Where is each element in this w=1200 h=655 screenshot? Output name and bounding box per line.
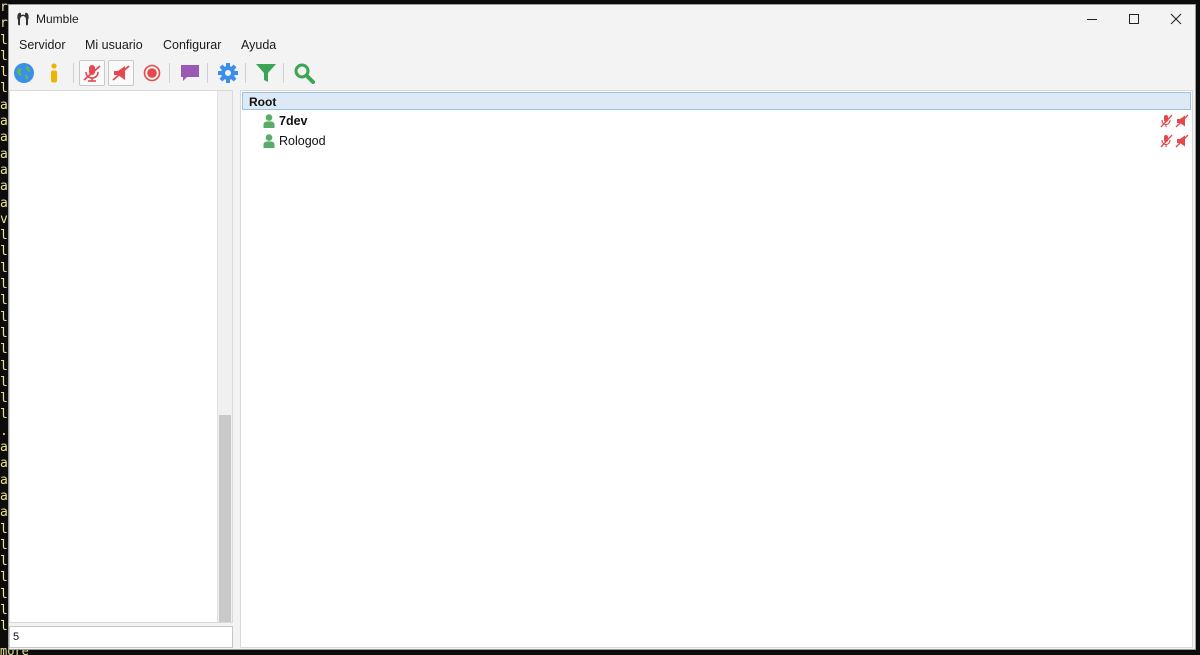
self-deafened-icon xyxy=(1175,134,1189,148)
maximize-icon xyxy=(1129,14,1139,24)
window-title: Mumble xyxy=(36,12,79,26)
maximize-button[interactable] xyxy=(1113,5,1155,33)
terminal-line: l xyxy=(0,602,8,618)
text-message-button[interactable] xyxy=(177,60,203,86)
mumble-app-icon xyxy=(17,12,29,26)
terminal-line: . xyxy=(0,423,8,439)
chat-log[interactable] xyxy=(9,90,233,623)
terminal-line: a xyxy=(0,97,8,113)
terminal-line: l xyxy=(0,570,8,586)
terminal-line: l xyxy=(0,244,8,260)
user-icon xyxy=(263,134,275,148)
filter-button[interactable] xyxy=(253,60,279,86)
terminal-line: l xyxy=(0,374,8,390)
self-deafened-icon xyxy=(1175,114,1189,128)
background-terminal-strip: rrllllaaaaaaavllllllllllll.aaaaalllllll xyxy=(0,0,8,655)
terminal-line: l xyxy=(0,619,8,635)
channel-root[interactable]: Root xyxy=(242,92,1191,110)
user-row[interactable]: 7dev xyxy=(241,111,1192,131)
terminal-line: a xyxy=(0,130,8,146)
user-name: 7dev xyxy=(279,114,308,128)
minimize-button[interactable] xyxy=(1071,5,1113,33)
record-icon xyxy=(143,64,161,82)
terminal-line: a xyxy=(0,440,8,456)
toolbar-separator xyxy=(207,63,208,83)
terminal-line: l xyxy=(0,358,8,374)
toolbar-separator xyxy=(245,63,246,83)
terminal-line: a xyxy=(0,456,8,472)
terminal-line: l xyxy=(0,391,8,407)
channel-tree[interactable]: Root 7dev Rologod xyxy=(240,90,1193,648)
deafen-self-button[interactable] xyxy=(108,60,134,86)
terminal-line: l xyxy=(0,342,8,358)
pane-splitter[interactable] xyxy=(233,90,240,648)
menu-servidor[interactable]: Servidor xyxy=(19,38,66,52)
terminal-line: l xyxy=(0,81,8,97)
user-name: Rologod xyxy=(279,134,326,148)
user-icon xyxy=(263,114,275,128)
gear-icon xyxy=(218,63,238,83)
user-status-flags xyxy=(1160,134,1189,148)
terminal-line: l xyxy=(0,48,8,64)
self-muted-icon xyxy=(1160,114,1173,128)
search-icon xyxy=(294,63,315,84)
deafen-self-icon xyxy=(112,65,130,81)
terminal-line: r xyxy=(0,0,8,15)
terminal-line: a xyxy=(0,488,8,504)
terminal-line: a xyxy=(0,179,8,195)
information-button[interactable] xyxy=(41,60,67,86)
terminal-line: a xyxy=(0,195,8,211)
terminal-line: l xyxy=(0,407,8,423)
info-icon xyxy=(51,63,57,83)
terminal-line: a xyxy=(0,162,8,178)
terminal-line: l xyxy=(0,586,8,602)
chat-log-scrollbar[interactable] xyxy=(217,91,232,622)
self-muted-icon xyxy=(1160,134,1173,148)
terminal-line: v xyxy=(0,211,8,227)
connect-button[interactable] xyxy=(11,60,37,86)
channel-root-label: Root xyxy=(249,95,277,109)
terminal-line: l xyxy=(0,554,8,570)
globe-icon xyxy=(14,63,34,83)
terminal-line: l xyxy=(0,228,8,244)
terminal-line: r xyxy=(0,16,8,32)
minimize-icon xyxy=(1087,19,1097,20)
terminal-line: l xyxy=(0,260,8,276)
toolbar-separator xyxy=(169,63,170,83)
terminal-line: l xyxy=(0,277,8,293)
filter-icon xyxy=(256,64,276,82)
close-button[interactable] xyxy=(1155,5,1197,33)
toolbar-separator xyxy=(283,63,284,83)
title-bar[interactable]: Mumble xyxy=(9,5,1195,33)
terminal-line: a xyxy=(0,114,8,130)
terminal-line: l xyxy=(0,537,8,553)
menu-configurar[interactable]: Configurar xyxy=(163,38,221,52)
chat-bubble-icon xyxy=(181,65,199,81)
terminal-line: l xyxy=(0,521,8,537)
terminal-line: a xyxy=(0,505,8,521)
mute-self-icon xyxy=(83,65,101,82)
close-icon xyxy=(1170,13,1182,25)
search-button[interactable] xyxy=(291,60,317,86)
terminal-line: l xyxy=(0,325,8,341)
terminal-line: a xyxy=(0,146,8,162)
mute-self-button[interactable] xyxy=(79,60,105,86)
terminal-line: l xyxy=(0,293,8,309)
chat-message-input[interactable] xyxy=(9,626,233,648)
terminal-line: a xyxy=(0,472,8,488)
scrollbar-thumb[interactable] xyxy=(219,415,231,622)
menu-bar: Servidor Mi usuario Configurar Ayuda xyxy=(9,34,1195,56)
toolbar-separator xyxy=(73,63,74,83)
mumble-window: Mumble Servidor Mi usuario Configurar Ay… xyxy=(8,4,1196,650)
toolbar xyxy=(9,57,1195,89)
menu-ayuda[interactable]: Ayuda xyxy=(241,38,276,52)
settings-button[interactable] xyxy=(215,60,241,86)
menu-mi-usuario[interactable]: Mi usuario xyxy=(85,38,143,52)
user-row[interactable]: Rologod xyxy=(241,131,1192,151)
terminal-line: l xyxy=(0,32,8,48)
record-button[interactable] xyxy=(139,60,165,86)
terminal-line: l xyxy=(0,309,8,325)
user-status-flags xyxy=(1160,114,1189,128)
terminal-line: l xyxy=(0,65,8,81)
